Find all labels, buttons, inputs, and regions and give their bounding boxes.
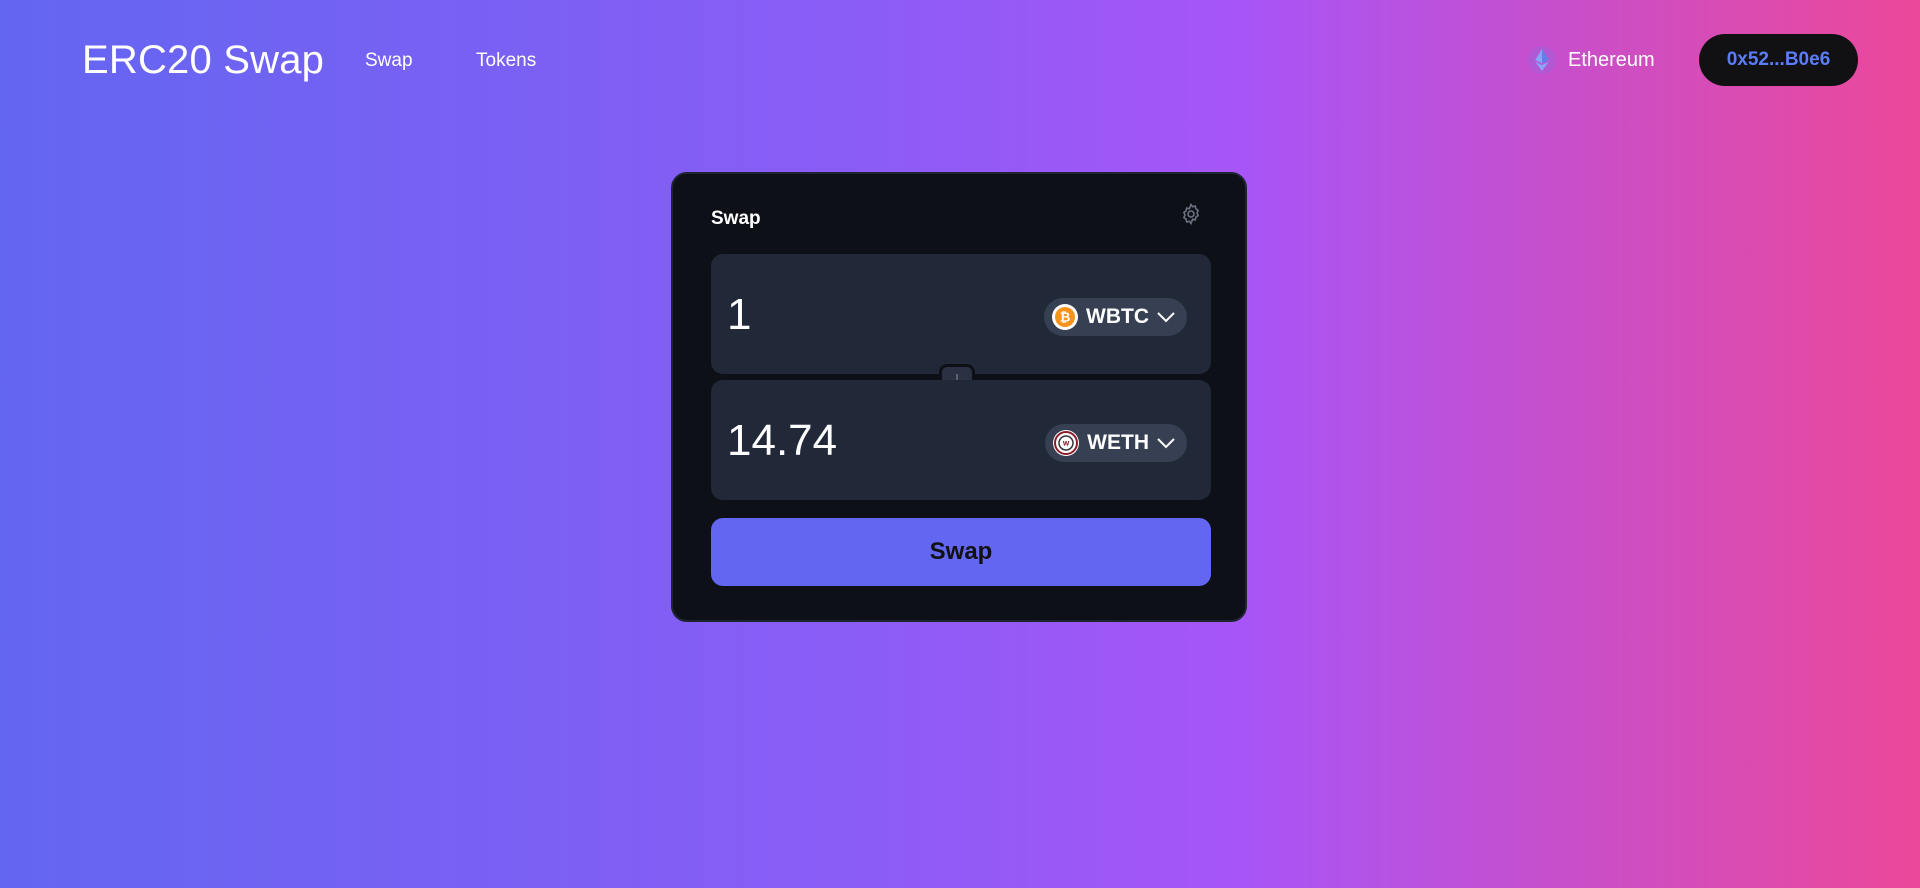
swap-card: Swap ₿ WBTC: [671, 172, 1247, 622]
to-amount-input[interactable]: [727, 416, 1027, 466]
bitcoin-icon: ₿: [1052, 304, 1079, 330]
weth-icon: W: [1053, 430, 1080, 456]
nav-tokens[interactable]: Tokens: [476, 50, 536, 72]
app-logo[interactable]: ERC20 Swap: [82, 38, 324, 83]
swap-card-title: Swap: [711, 208, 761, 229]
wallet-address-button[interactable]: 0x52...B0e6: [1699, 34, 1858, 86]
network-label: Ethereum: [1568, 48, 1655, 71]
network-selector[interactable]: Ethereum: [1528, 46, 1655, 74]
to-token-label: WETH: [1087, 431, 1149, 454]
nav-swap[interactable]: Swap: [365, 50, 413, 72]
gear-icon[interactable]: [1179, 202, 1203, 226]
chevron-down-icon: [1157, 431, 1175, 455]
to-token-selector[interactable]: W WETH: [1045, 424, 1187, 462]
from-token-box: ₿ WBTC: [711, 254, 1211, 374]
to-token-box: W WETH: [711, 380, 1211, 500]
svg-text:W: W: [1063, 441, 1070, 448]
swap-button[interactable]: Swap: [711, 518, 1211, 586]
svg-text:₿: ₿: [1060, 311, 1071, 326]
from-token-selector[interactable]: ₿ WBTC: [1044, 298, 1187, 336]
chevron-down-icon: [1157, 305, 1175, 329]
from-amount-input[interactable]: [727, 290, 1027, 340]
from-token-label: WBTC: [1086, 305, 1149, 328]
ethereum-icon: [1528, 46, 1556, 74]
